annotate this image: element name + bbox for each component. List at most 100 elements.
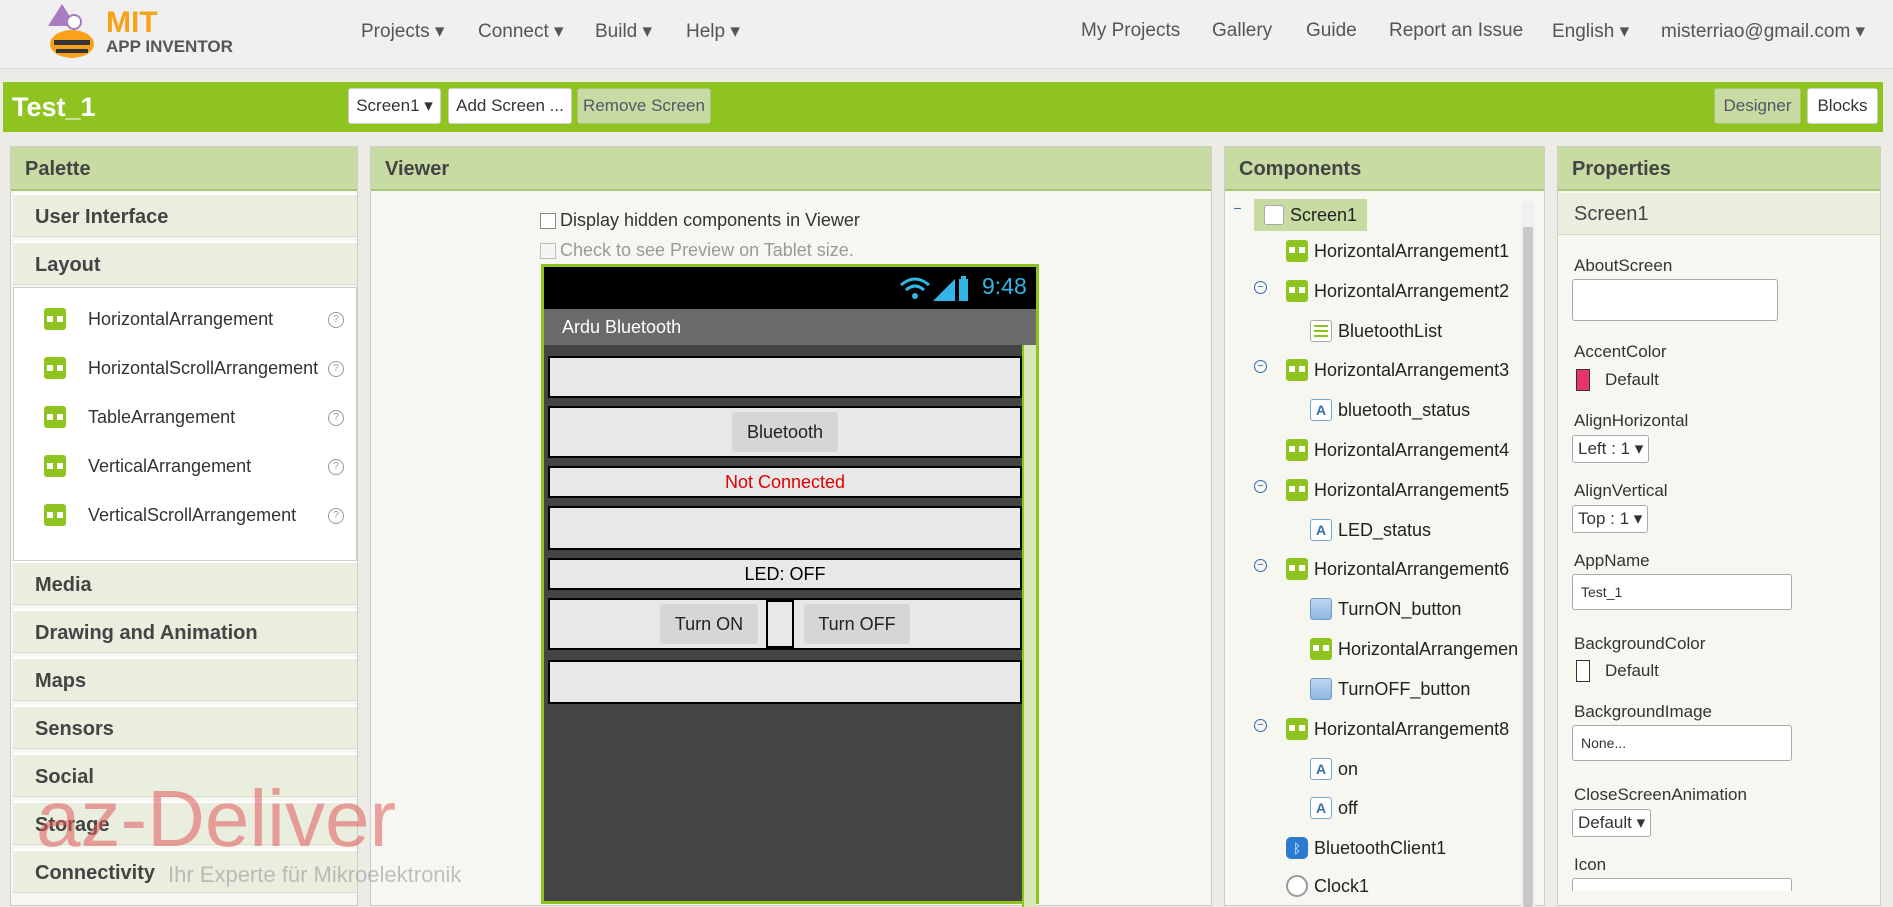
- properties-selected-component: Screen1: [1558, 193, 1880, 235]
- nav-projects[interactable]: Projects ▾: [361, 20, 444, 43]
- app-name-input[interactable]: Test_1: [1572, 574, 1792, 610]
- help-icon[interactable]: ?: [328, 361, 344, 377]
- close-screen-animation-select[interactable]: Default ▾: [1572, 809, 1652, 837]
- brand-line2: APP INVENTOR: [106, 37, 233, 56]
- background-color-swatch[interactable]: [1576, 660, 1590, 682]
- tree-collapse-icon[interactable]: −: [1254, 281, 1267, 294]
- designer-button[interactable]: Designer: [1714, 88, 1801, 124]
- horizontal-arrangement-icon: [1310, 638, 1332, 660]
- component-horizontal-arrangement8[interactable]: HorizontalArrangement8: [1286, 718, 1509, 740]
- component-horizontal-arrangement3[interactable]: HorizontalArrangement3: [1286, 359, 1509, 381]
- display-hidden-checkbox[interactable]: [540, 212, 556, 229]
- nav-language[interactable]: English ▾: [1552, 20, 1629, 43]
- app-inventor-logo[interactable]: MIT APP INVENTOR: [44, 2, 244, 60]
- phone-status-bar: 9:48: [544, 267, 1036, 309]
- component-on-label[interactable]: Aon: [1310, 758, 1358, 780]
- tablet-preview-option[interactable]: Check to see Preview on Tablet size.: [540, 240, 854, 261]
- horizontal-arrangement-4[interactable]: [548, 506, 1022, 550]
- turn-off-button[interactable]: Turn OFF: [804, 604, 910, 644]
- help-icon[interactable]: ?: [328, 312, 344, 328]
- palette-item-horizontal-arrangement[interactable]: HorizontalArrangement: [44, 308, 273, 330]
- palette-item-horizontal-scroll-arrangement[interactable]: HorizontalScrollArrangement: [44, 357, 318, 379]
- accent-color-swatch[interactable]: [1576, 369, 1590, 391]
- component-horizontal-arrangement1[interactable]: HorizontalArrangement1: [1286, 240, 1509, 262]
- display-hidden-option[interactable]: Display hidden components in Viewer: [540, 210, 860, 231]
- components-title: Components: [1225, 147, 1544, 191]
- prop-align-vertical-label: AlignVertical: [1574, 481, 1668, 500]
- components-scroll-thumb[interactable]: [1523, 227, 1533, 907]
- component-horizontal-arrangement6[interactable]: HorizontalArrangement6: [1286, 558, 1509, 580]
- palette-item-vertical-arrangement[interactable]: VerticalArrangement: [44, 455, 251, 477]
- horizontal-arrangement-2[interactable]: Bluetooth: [548, 406, 1022, 458]
- background-image-input[interactable]: None...: [1572, 725, 1792, 761]
- palette-category-layout[interactable]: Layout: [13, 241, 357, 285]
- component-horizontal-arrangement5[interactable]: HorizontalArrangement5: [1286, 479, 1509, 501]
- tree-collapse-icon[interactable]: −: [1254, 360, 1267, 373]
- horizontal-arrangement-icon: [1286, 479, 1308, 501]
- nav-connect[interactable]: Connect ▾: [478, 20, 564, 43]
- component-horizontal-arrangement4[interactable]: HorizontalArrangement4: [1286, 439, 1509, 461]
- icon-input[interactable]: [1572, 878, 1792, 891]
- component-turn-on-button[interactable]: TurnON_button: [1310, 598, 1461, 620]
- help-icon[interactable]: ?: [328, 459, 344, 475]
- component-horizontal-arrangement2[interactable]: HorizontalArrangement2: [1286, 280, 1509, 302]
- palette-item-vertical-scroll-arrangement[interactable]: VerticalScrollArrangement: [44, 504, 296, 526]
- palette-category-sensors[interactable]: Sensors: [13, 705, 357, 749]
- component-off-label[interactable]: Aoff: [1310, 797, 1358, 819]
- nav-help[interactable]: Help ▾: [686, 20, 740, 43]
- component-bluetooth-client[interactable]: ᛒ BluetoothClient1: [1286, 837, 1446, 859]
- turn-on-button[interactable]: Turn ON: [660, 604, 758, 644]
- watermark-brand: az-Deliver: [36, 778, 396, 863]
- horizontal-arrangement-6[interactable]: Turn ON Turn OFF: [548, 598, 1022, 650]
- palette-category-maps[interactable]: Maps: [13, 657, 357, 701]
- components-scroll-track[interactable]: [1521, 201, 1535, 907]
- component-horizontal-arrangement7[interactable]: HorizontalArrangemen: [1310, 638, 1520, 660]
- app-title-bar: Ardu Bluetooth: [544, 309, 1036, 345]
- remove-screen-button[interactable]: Remove Screen: [577, 88, 711, 124]
- palette-category-drawing-animation[interactable]: Drawing and Animation: [13, 609, 357, 653]
- add-screen-button[interactable]: Add Screen ...: [448, 88, 572, 124]
- spacer-arrangement[interactable]: [766, 600, 794, 648]
- nav-build[interactable]: Build ▾: [595, 20, 652, 43]
- component-clock[interactable]: Clock1: [1286, 875, 1369, 897]
- accent-color-value[interactable]: Default: [1605, 370, 1659, 390]
- horizontal-arrangement-1[interactable]: [548, 356, 1022, 398]
- prop-accent-color-label: AccentColor: [1574, 342, 1667, 361]
- nav-gallery[interactable]: Gallery: [1212, 20, 1272, 42]
- nav-my-projects[interactable]: My Projects: [1081, 20, 1180, 42]
- table-arrangement-icon: [44, 406, 66, 428]
- palette-category-media[interactable]: Media: [13, 561, 357, 605]
- help-icon[interactable]: ?: [328, 410, 344, 426]
- project-name: Test_1: [12, 92, 96, 122]
- align-vertical-select[interactable]: Top : 1 ▾: [1572, 505, 1649, 533]
- component-bluetooth-list[interactable]: BluetoothList: [1310, 320, 1442, 342]
- tree-collapse-icon[interactable]: −: [1232, 201, 1243, 215]
- tree-collapse-icon[interactable]: −: [1254, 719, 1267, 732]
- bluetooth-list-picker[interactable]: Bluetooth: [732, 412, 838, 452]
- nav-account[interactable]: misterriao@gmail.com ▾: [1661, 20, 1865, 43]
- component-screen1[interactable]: Screen1: [1254, 199, 1368, 231]
- component-bluetooth-status[interactable]: Abluetooth_status: [1310, 399, 1470, 421]
- help-icon[interactable]: ?: [328, 508, 344, 524]
- phone-scrollbar[interactable]: [1022, 345, 1036, 907]
- viewer-title: Viewer: [371, 147, 1211, 191]
- blocks-button[interactable]: Blocks: [1807, 88, 1878, 124]
- horizontal-arrangement-8[interactable]: [548, 660, 1022, 704]
- component-led-status[interactable]: A LED_status: [1310, 519, 1431, 541]
- tree-collapse-icon[interactable]: −: [1254, 559, 1267, 572]
- button-icon: [1310, 598, 1332, 620]
- nav-guide[interactable]: Guide: [1306, 20, 1357, 42]
- about-screen-textarea[interactable]: [1572, 279, 1778, 321]
- tablet-preview-checkbox[interactable]: [540, 242, 556, 259]
- component-turn-off-button[interactable]: TurnOFF_button: [1310, 678, 1470, 700]
- vertical-scroll-arrangement-icon: [44, 504, 66, 526]
- nav-report-issue[interactable]: Report an Issue: [1389, 20, 1523, 42]
- screen-select[interactable]: Screen1 ▾: [348, 88, 441, 124]
- button-icon: [1310, 678, 1332, 700]
- tree-collapse-icon[interactable]: −: [1254, 480, 1267, 493]
- align-horizontal-select[interactable]: Left : 1 ▾: [1572, 435, 1650, 463]
- palette-item-table-arrangement[interactable]: TableArrangement: [44, 406, 235, 428]
- battery-icon: [959, 276, 968, 301]
- palette-category-user-interface[interactable]: User Interface: [13, 193, 357, 237]
- background-color-value[interactable]: Default: [1605, 661, 1659, 681]
